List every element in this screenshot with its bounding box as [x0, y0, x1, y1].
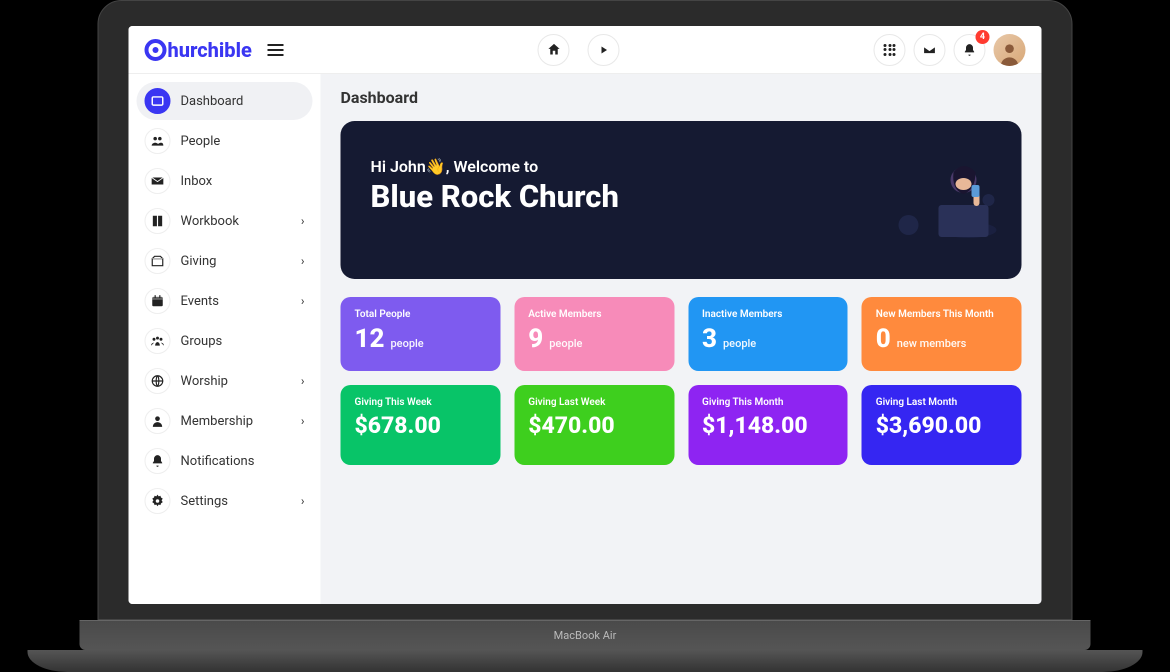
notification-badge: 4: [976, 30, 990, 44]
chevron-right-icon: ›: [301, 294, 305, 308]
app-body: DashboardPeopleInboxWorkbook›Giving›Even…: [129, 74, 1042, 604]
stat-value: 3people: [702, 324, 834, 354]
apps-button[interactable]: [874, 34, 906, 66]
sidebar-item-label: People: [181, 134, 305, 149]
stat-label: Giving Last Week: [528, 397, 660, 408]
main-content: Dashboard Hi John👋, Welcome to Blue Rock…: [321, 74, 1042, 604]
sidebar-item-membership[interactable]: Membership ›: [137, 402, 313, 440]
logo-icon: [145, 39, 167, 61]
welcome-illustration: [884, 150, 1004, 250]
sidebar-item-label: Inbox: [181, 174, 305, 189]
sidebar-item-label: Membership: [181, 414, 291, 429]
stat-label: Active Members: [528, 309, 660, 320]
sidebar-item-label: Worship: [181, 374, 291, 389]
messages-button[interactable]: [914, 34, 946, 66]
stat-value: $470.00: [528, 412, 660, 439]
sidebar-item-dashboard[interactable]: Dashboard: [137, 82, 313, 120]
sidebar-item-groups[interactable]: Groups: [137, 322, 313, 360]
stat-value: $1,148.00: [702, 412, 834, 439]
sidebar-item-label: Giving: [181, 254, 291, 269]
sidebar-item-label: Groups: [181, 334, 305, 349]
header-center: [284, 34, 874, 66]
sidebar-item-notifications[interactable]: Notifications: [137, 442, 313, 480]
laptop-base: [28, 650, 1143, 672]
notifications-button-wrapper: 4: [954, 34, 986, 66]
giving-icon: [145, 248, 171, 274]
user-avatar[interactable]: [994, 34, 1026, 66]
screen-bezel: hurchible: [98, 0, 1073, 620]
sidebar-item-label: Events: [181, 294, 291, 309]
sidebar-item-people[interactable]: People: [137, 122, 313, 160]
brand-text: hurchible: [168, 38, 252, 62]
stat-unit: people: [549, 337, 582, 350]
chevron-right-icon: ›: [301, 414, 305, 428]
chevron-right-icon: ›: [301, 494, 305, 508]
stat-card: Active Members 9people: [514, 297, 674, 371]
welcome-card: Hi John👋, Welcome to Blue Rock Church: [341, 121, 1022, 279]
laptop-mockup-frame: hurchible: [98, 0, 1073, 672]
membership-icon: [145, 408, 171, 434]
stat-label: Giving Last Month: [876, 397, 1008, 408]
apps-grid-icon: [884, 44, 896, 56]
page-title: Dashboard: [341, 88, 1022, 107]
people-icon: [145, 128, 171, 154]
stat-label: New Members This Month: [876, 309, 1008, 320]
sidebar-item-workbook[interactable]: Workbook ›: [137, 202, 313, 240]
dashboard-icon: [145, 88, 171, 114]
envelope-icon: [923, 43, 937, 57]
laptop-label: MacBook Air: [554, 629, 617, 642]
chevron-right-icon: ›: [301, 374, 305, 388]
home-icon: [546, 42, 561, 57]
stat-value: $678.00: [355, 412, 487, 439]
sidebar-item-worship[interactable]: Worship ›: [137, 362, 313, 400]
events-icon: [145, 288, 171, 314]
sidebar-item-giving[interactable]: Giving ›: [137, 242, 313, 280]
app-screen: hurchible: [129, 26, 1042, 604]
stat-label: Total People: [355, 309, 487, 320]
sidebar: DashboardPeopleInboxWorkbook›Giving›Even…: [129, 74, 321, 604]
play-button[interactable]: [588, 34, 620, 66]
stat-value: 0new members: [876, 324, 1008, 354]
stat-unit: people: [723, 337, 756, 350]
brand-logo[interactable]: hurchible: [145, 38, 252, 62]
stat-card: Total People 12people: [341, 297, 501, 371]
sidebar-item-label: Settings: [181, 494, 291, 509]
groups-icon: [145, 328, 171, 354]
play-icon: [598, 44, 610, 56]
stat-label: Inactive Members: [702, 309, 834, 320]
stat-value: 9people: [528, 324, 660, 354]
sidebar-item-label: Dashboard: [181, 94, 305, 109]
sidebar-item-label: Workbook: [181, 214, 291, 229]
sidebar-item-settings[interactable]: Settings ›: [137, 482, 313, 520]
stat-card: Giving This Week $678.00: [341, 385, 501, 465]
home-button[interactable]: [538, 34, 570, 66]
header-right: 4: [874, 34, 1026, 66]
stat-card: Giving Last Week $470.00: [514, 385, 674, 465]
stat-card: Giving Last Month $3,690.00: [862, 385, 1022, 465]
stat-unit: people: [391, 337, 424, 350]
header: hurchible: [129, 26, 1042, 74]
sidebar-item-inbox[interactable]: Inbox: [137, 162, 313, 200]
workbook-icon: [145, 208, 171, 234]
stat-card: Giving This Month $1,148.00: [688, 385, 848, 465]
chevron-right-icon: ›: [301, 214, 305, 228]
stat-label: Giving This Week: [355, 397, 487, 408]
settings-icon: [145, 488, 171, 514]
stat-card: Inactive Members 3people: [688, 297, 848, 371]
notifications-icon: [145, 448, 171, 474]
stat-unit: new members: [897, 337, 967, 350]
stat-value: 12people: [355, 324, 487, 354]
chevron-right-icon: ›: [301, 254, 305, 268]
inbox-icon: [145, 168, 171, 194]
stat-value: $3,690.00: [876, 412, 1008, 439]
stat-card: New Members This Month 0new members: [862, 297, 1022, 371]
bell-icon: [963, 43, 977, 57]
stat-label: Giving This Month: [702, 397, 834, 408]
sidebar-item-label: Notifications: [181, 454, 305, 469]
worship-icon: [145, 368, 171, 394]
stat-grid: Total People 12people Active Members 9peopl…: [341, 297, 1022, 465]
laptop-hinge: MacBook Air: [80, 620, 1091, 650]
sidebar-item-events[interactable]: Events ›: [137, 282, 313, 320]
menu-toggle-button[interactable]: [268, 44, 284, 56]
